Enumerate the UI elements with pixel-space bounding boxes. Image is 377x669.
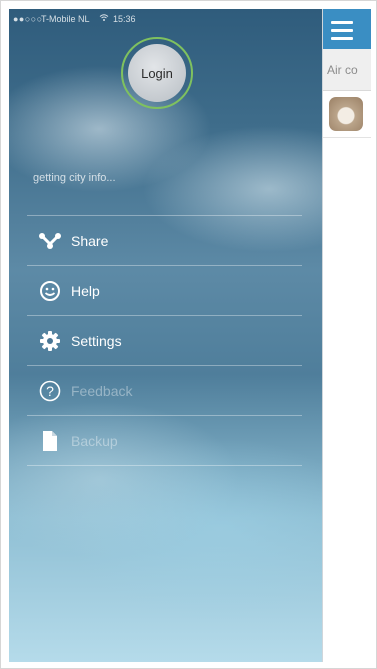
question-icon: ?: [37, 378, 63, 404]
app-bar: [323, 9, 371, 49]
side-drawer: ●●○○○ T-Mobile NL 15:36 Login getting ci…: [9, 9, 322, 662]
wifi-icon: [99, 13, 109, 24]
hamburger-icon[interactable]: [331, 21, 353, 45]
menu-item-backup[interactable]: Backup: [27, 416, 302, 466]
smiley-icon: [37, 278, 63, 304]
menu-item-label: Settings: [71, 332, 122, 349]
login-button[interactable]: Login: [128, 44, 186, 102]
document-icon: [37, 428, 63, 454]
menu-item-label: Backup: [71, 432, 118, 449]
signal-strength: ●●○○○: [13, 14, 43, 24]
login-label: Login: [141, 65, 173, 81]
list-item[interactable]: [323, 91, 371, 138]
svg-text:?: ?: [46, 383, 54, 399]
search-field[interactable]: Air co: [323, 49, 371, 91]
menu-item-settings[interactable]: Settings: [27, 316, 302, 366]
screen: ●●○○○ T-Mobile NL 15:36 Login getting ci…: [0, 0, 377, 669]
city-info-text: getting city info...: [33, 172, 116, 184]
login-avatar-ring[interactable]: Login: [121, 37, 193, 109]
gear-icon: [37, 328, 63, 354]
menu-item-feedback[interactable]: ? Feedback: [27, 366, 302, 416]
status-time: 15:36: [113, 14, 136, 24]
menu-item-help[interactable]: Help: [27, 266, 302, 316]
menu-item-share[interactable]: Share: [27, 216, 302, 266]
carrier-name: T-Mobile NL: [41, 14, 90, 24]
device-thumbnail: [329, 97, 363, 131]
menu-item-label: Share: [71, 232, 109, 249]
main-content: Air co: [322, 9, 371, 662]
menu-item-label: Feedback: [71, 382, 133, 399]
share-icon: [37, 228, 63, 254]
drawer-menu: Share Help Settings ? Feedback Backup: [27, 215, 302, 466]
menu-item-label: Help: [71, 282, 100, 299]
status-bar: ●●○○○ T-Mobile NL 15:36: [9, 9, 322, 29]
